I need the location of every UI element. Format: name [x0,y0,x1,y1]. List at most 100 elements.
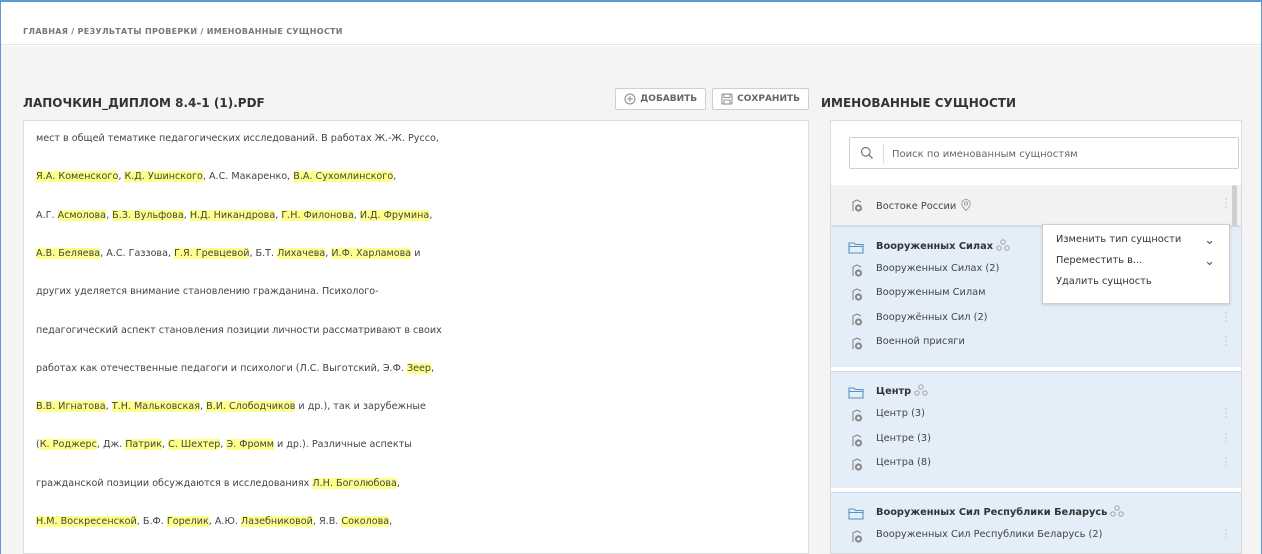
more-options-icon[interactable]: · · · [1223,452,1229,472]
highlighted-entity[interactable]: Б.З. Вульфова [112,209,184,221]
more-options-icon[interactable]: · · · [1223,428,1229,448]
highlighted-entity[interactable]: В.И. Слободчиков [206,401,296,413]
text-segment: , [431,362,435,374]
entity-icon [852,264,863,277]
entity-icon [852,312,863,326]
text-line: гражданской позиции обсуждаются в исслед… [36,477,400,489]
highlighted-entity[interactable]: И.Ф. Харламова [331,247,412,259]
entity-group-header[interactable]: Центр [831,379,1241,403]
context-menu-item[interactable]: Удалить сущность [1056,276,1152,287]
text-line: других уделяется внимание становлению гр… [36,286,379,297]
link-icon [1110,505,1125,517]
entity-icon [852,530,863,543]
entity-group-name: Вооруженных Сил Республики Беларусь [876,507,1108,519]
text-segment: гражданской позиции обсуждаются в исслед… [36,477,313,489]
more-options-icon[interactable]: · · · [1223,331,1229,351]
entity-group-label: Центр [876,384,928,397]
link-icon [996,239,1010,251]
text-segment: , [429,209,433,221]
highlighted-entity[interactable]: Лихачева [277,247,326,259]
highlighted-entity[interactable]: Л.Н. Боголюбова [312,477,397,489]
text-segment: работах как отечественные педагоги и пси… [36,362,407,374]
context-menu-item[interactable]: Переместить в... [1056,255,1142,266]
text-segment: и др.), так и зарубежные [295,401,426,413]
entity-icon-wrap [850,457,864,476]
text-segment: , Б.Т. [249,247,278,259]
entity-row[interactable]: Военной присяги · · · [831,331,1241,355]
document-panel: ЛАПОЧКИН_ДИПЛОМ 8.4-1 (1).PDF ДОБАВИТЬ С… [23,86,809,554]
entity-label: Центр (3) [876,408,925,420]
chevron-down-icon[interactable]: ⌄ [1204,233,1215,248]
chevron-down-icon[interactable]: ⌄ [1204,254,1215,269]
entity-row[interactable]: Вооруженных Сил Республики Беларусь (2) ·… [831,524,1241,548]
highlighted-entity[interactable]: Патрик [125,439,163,451]
entity-group-header[interactable]: Вооруженных Сил Республики Беларусь [831,500,1241,524]
entity-row[interactable]: Центр (3) · · · [831,403,1241,427]
entity-row[interactable]: Востоке России · · · [831,193,1241,217]
entity-icon-wrap [850,312,864,331]
highlighted-entity[interactable]: Зеер [406,362,432,374]
scrollbar-thumb[interactable] [1232,185,1237,227]
entity-row[interactable]: Вооружённых Сил (2) · · · [831,307,1241,331]
highlighted-entity[interactable]: К. Роджерс [39,439,97,451]
highlighted-entity[interactable]: С. Шехтер [168,439,221,451]
text-segment: и др.). Различные аспекты [273,439,412,451]
highlighted-entity[interactable]: Н.М. Воскресенской [36,516,137,527]
context-menu: Изменить тип сущности ⌄ Переместить в... ⌄ У… [1042,224,1230,304]
highlighted-entity[interactable]: Лазебниковой [240,516,313,527]
entity-icon [852,337,863,350]
highlighted-entity[interactable]: Н.Д. Никандрова [189,209,276,221]
context-menu-item[interactable]: Изменить тип сущности [1056,234,1181,245]
highlighted-entity[interactable]: И.Д. Фрумина [359,209,430,221]
text-line: А.В. Беляева, А.С. Газзова, Г.Я. Гревцев… [36,247,420,259]
text-line: А.Г. Асмолова, Б.З. Вульфова, Н.Д. Никан… [36,209,433,221]
breadcrumb-bar: ГЛАВНАЯ / РЕЗУЛЬТАТЫ ПРОВЕРКИ / ИМЕНОВАН… [1,2,1261,45]
search-icon[interactable] [860,146,874,160]
text-segment: педагогический аспект становления позици… [36,324,442,336]
entity-icon [852,288,863,301]
highlighted-entity[interactable]: Э. Фромм [226,439,274,451]
highlighted-entity[interactable]: Т.Н. Мальковская [111,401,200,413]
entity-label: Военной присяги [876,335,965,347]
breadcrumb[interactable]: ГЛАВНАЯ / РЕЗУЛЬТАТЫ ПРОВЕРКИ / ИМЕНОВАН… [23,27,343,36]
text-segment: , А.С. Макаренко, [202,171,294,183]
text-segment: , А.С. Газзова, [100,247,175,259]
highlighted-entity[interactable]: В.В. Игнатова [36,401,106,413]
entity-label: Центра (8) [876,456,931,468]
more-options-icon[interactable]: · · · [1223,307,1229,327]
highlighted-entity[interactable]: В.А. Сухомлинского [293,171,394,183]
highlighted-entity[interactable]: Горелик [166,516,209,527]
text-segment: , Дж. [96,439,126,451]
highlighted-entity[interactable]: Г.Я. Гревцевой [174,247,250,259]
entity-icon [852,458,863,471]
highlighted-entity[interactable]: Соколова [341,516,390,527]
entity-icon [852,409,863,422]
location-icon [961,199,971,212]
search-box [849,137,1239,169]
folder-icon-wrap [848,384,864,403]
more-options-icon[interactable]: · · · [1223,193,1229,213]
highlighted-entity[interactable]: Г.Н. Филонова [281,209,354,221]
highlighted-entity[interactable]: Асмолова [57,209,107,221]
entity-icon-wrap [850,529,864,548]
add-button[interactable]: ДОБАВИТЬ [615,88,707,110]
entity-icon-wrap [850,263,864,282]
text-segment: мест в общей тематике педагогических исс… [36,133,439,144]
save-button[interactable]: СОХРАНИТЬ [712,88,809,110]
entity-label: Центре (3) [876,432,931,444]
text-line: Н.М. Воскресенской, Б.Ф. Горелик, А.Ю. Л… [36,516,392,527]
entities-body: Востоке России ··· Вооруженных Силах Вооруж… [830,120,1242,554]
highlighted-entity[interactable]: А.В. Беляева [36,247,101,259]
highlighted-entity[interactable]: К.Д. Ушинского [124,171,203,183]
more-options-icon[interactable]: · · · [1223,403,1229,423]
document-text: мест в общей тематике педагогических исс… [23,120,809,554]
entity-row[interactable]: Центре (3) · · · [831,428,1241,452]
entity-row[interactable]: Центра (8) · · · [831,452,1241,476]
search-input[interactable] [892,142,1232,166]
text-segment: , [105,401,112,413]
more-options-icon[interactable]: · · · [1223,524,1229,544]
entity-label: Вооруженных Сил Республики Беларусь (2) [876,529,1103,541]
text-segment: , [353,209,360,221]
folder-icon [848,508,864,520]
highlighted-entity[interactable]: Я.А. Коменского [36,171,119,183]
